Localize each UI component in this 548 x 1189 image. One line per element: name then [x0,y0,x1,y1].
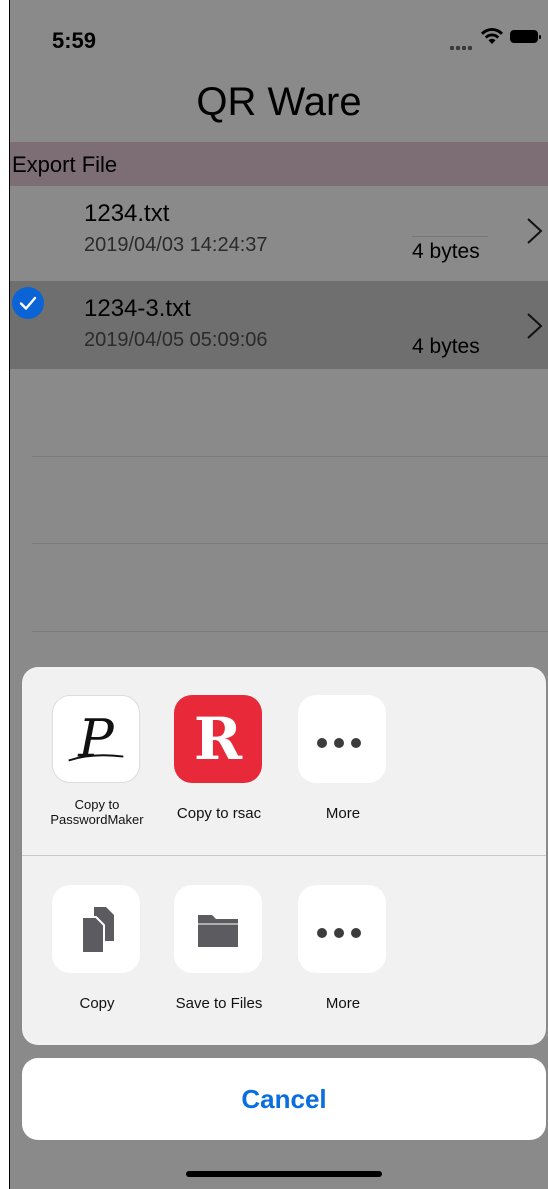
share-sheet-divider [22,855,546,856]
share-action-label: Copy [79,995,115,1012]
row-separator [32,631,548,632]
app-screen: 5:59 QR Ware Export File 1234.txt 2019/0… [10,0,548,1189]
row-separator [32,456,548,457]
rsac-app-icon: R [174,695,262,783]
share-app-label: Copy to rsac [176,805,262,822]
share-app-label: Copy to PasswordMaker [50,797,144,827]
wifi-icon [481,27,503,44]
folder-icon [174,885,262,973]
cellular-signal-icon [450,37,476,50]
cancel-button-label: Cancel [241,1084,327,1114]
passwordmaker-app-icon: P [52,695,140,783]
file-date: 2019/04/03 14:24:37 [84,234,268,256]
file-name: 1234-3.txt [84,295,191,322]
share-sheet: P Copy to PasswordMaker R Copy to rsac M… [22,667,546,1045]
more-icon [298,885,386,973]
share-action-label: More [325,995,361,1012]
row-separator [32,543,548,544]
size-divider [412,236,488,237]
selected-checkmark-icon[interactable] [12,287,44,319]
chevron-right-icon [527,218,543,244]
file-row[interactable]: 1234-3.txt 2019/04/05 05:09:06 4 bytes [10,281,548,369]
file-size: 4 bytes [412,240,480,263]
status-bar: 5:59 [10,0,548,80]
file-date: 2019/04/05 05:09:06 [84,329,268,351]
page-title: QR Ware [196,80,362,124]
status-time: 5:59 [52,28,97,53]
more-icon [298,695,386,783]
home-indicator[interactable] [186,1171,382,1177]
battery-icon [510,30,541,43]
file-name: 1234.txt [84,200,170,227]
rsac-app-icon-letter: R [193,705,243,773]
section-header: Export File [10,142,548,186]
file-size: 4 bytes [412,335,480,358]
chevron-right-icon [527,313,543,339]
share-app-label: More [325,805,361,822]
copy-icon [52,885,140,973]
file-row[interactable]: 1234.txt 2019/04/03 14:24:37 4 bytes [10,186,548,274]
cancel-button[interactable]: Cancel [22,1058,546,1140]
svg-text:P: P [77,709,115,770]
share-action-label: Save to Files [175,995,263,1012]
section-header-label: Export File [12,152,118,177]
